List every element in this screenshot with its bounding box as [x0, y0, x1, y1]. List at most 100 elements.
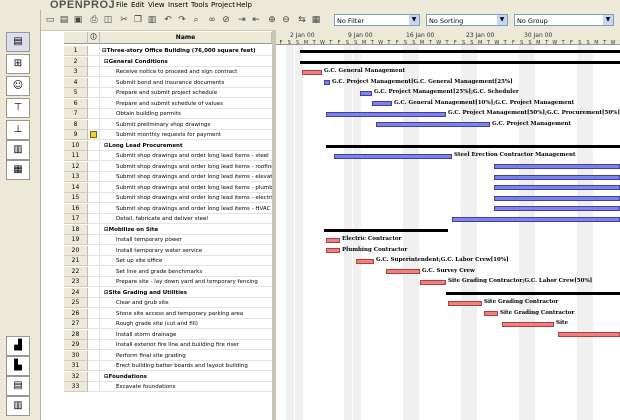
task-name[interactable]: ⊟General Conditions	[100, 57, 272, 67]
outdent-icon[interactable]: ⇤	[250, 14, 262, 26]
sort-select[interactable]: No Sorting ▼	[426, 14, 508, 26]
row-number[interactable]: 3	[64, 67, 88, 77]
task-bar[interactable]	[494, 206, 620, 211]
task-name[interactable]: Install storm drainage	[100, 330, 272, 340]
task-name[interactable]: Rough grade site (cut and fill)	[100, 319, 272, 329]
task-bar[interactable]	[302, 69, 322, 75]
task-name[interactable]: ⊟Site Grading and Utilities	[100, 288, 272, 298]
row-number[interactable]: 4	[64, 77, 88, 88]
table-row[interactable]: 1 ⊟Three-story Office Building (76,000 sq…	[64, 46, 272, 56]
table-row[interactable]: 26 Stone site access and temporary parkin…	[64, 308, 272, 319]
group-select[interactable]: No Group ▼	[514, 14, 614, 26]
task-name[interactable]: Submit shop drawings and order long lead…	[100, 151, 272, 161]
table-row[interactable]: 21 Set up site office	[64, 256, 272, 266]
scroll-to-task-icon[interactable]: ⇆	[296, 14, 308, 26]
row-number[interactable]: 17	[64, 214, 88, 224]
task-name[interactable]: ⊟Mobilize on Site	[100, 225, 272, 235]
task-name[interactable]: Perform final site grading	[100, 351, 272, 361]
task-bar[interactable]	[494, 174, 620, 180]
table-row[interactable]: 10 ⊟Long Lead Procurement	[64, 140, 272, 151]
row-number[interactable]: 32	[64, 371, 88, 382]
filter-select[interactable]: No Filter ▼	[334, 14, 420, 26]
name-column-header[interactable]: Name	[100, 32, 272, 44]
task-bar[interactable]	[386, 269, 420, 274]
task-name[interactable]: Receive notice to proceed and sign contr…	[100, 67, 272, 77]
row-number[interactable]: 30	[64, 350, 88, 361]
summary-bar[interactable]	[326, 144, 620, 148]
row-number[interactable]: 19	[64, 235, 88, 245]
row-number[interactable]: 31	[64, 361, 88, 371]
row-number[interactable]: 24	[64, 287, 88, 298]
table-row[interactable]: 8 Submit preliminary shop drawings	[64, 119, 272, 130]
task-usage-detail-button[interactable]: ▤	[6, 376, 30, 396]
table-row[interactable]: 6 Prepare and submit schedule of values	[64, 98, 272, 109]
row-number[interactable]: 1	[64, 46, 88, 56]
task-bar[interactable]	[452, 216, 620, 222]
row-number[interactable]: 2	[64, 56, 88, 67]
table-row[interactable]: 22 Set line and grade benchmarks	[64, 266, 272, 277]
table-row[interactable]: 5 Prepare and submit project schedule	[64, 88, 272, 98]
zoom-in-icon[interactable]: ⊕	[266, 14, 278, 26]
task-name[interactable]: Detail, fabricate and deliver steel	[100, 214, 272, 224]
task-name[interactable]: Stone site access and temporary parking …	[100, 309, 272, 319]
task-name[interactable]: ⊟Foundations	[100, 372, 272, 382]
task-name[interactable]: Submit shop drawings and order long lead…	[100, 204, 272, 214]
task-bar[interactable]	[494, 164, 620, 169]
row-number[interactable]: 15	[64, 193, 88, 203]
task-bar[interactable]	[324, 80, 330, 85]
row-number[interactable]: 13	[64, 172, 88, 182]
row-number[interactable]: 5	[64, 88, 88, 98]
row-number[interactable]: 27	[64, 319, 88, 329]
table-row[interactable]: 23 Prepare site - lay down yard and tempo…	[64, 277, 272, 287]
task-name[interactable]: Submit monthly requests for payment	[100, 130, 272, 140]
table-row[interactable]: 9 Submit monthly requests for payment	[64, 130, 272, 140]
task-name[interactable]: Submit shop drawings and order long lead…	[100, 193, 272, 203]
cut-icon[interactable]: ✂	[118, 14, 130, 26]
table-row[interactable]: 7 Obtain building permits	[64, 109, 272, 119]
open-icon[interactable]: ▤	[58, 14, 70, 26]
task-bar[interactable]	[502, 321, 554, 327]
task-bar[interactable]	[376, 122, 490, 127]
rbs-view-button[interactable]: ⊥	[6, 120, 30, 140]
row-number[interactable]: 16	[64, 203, 88, 214]
task-name[interactable]: Obtain building permits	[100, 109, 272, 119]
task-name[interactable]: Excavate foundations	[100, 382, 272, 392]
row-number[interactable]: 9	[64, 130, 88, 140]
task-name[interactable]: Prepare and submit schedule of values	[100, 99, 272, 109]
task-name[interactable]: Prepare site - lay down yard and tempora…	[100, 277, 272, 287]
task-bar[interactable]	[448, 300, 482, 306]
table-row[interactable]: 28 Install storm drainage	[64, 329, 272, 340]
task-bar[interactable]	[420, 279, 446, 285]
table-row[interactable]: 3 Receive notice to proceed and sign cont…	[64, 67, 272, 77]
table-row[interactable]: 12 Submit shop drawings and order long le…	[64, 161, 272, 172]
table-row[interactable]: 4 Submit bond and insurance documents	[64, 77, 272, 88]
zoom-out-icon[interactable]: ⊖	[280, 14, 292, 26]
calendar-icon[interactable]: ▦	[310, 14, 322, 26]
row-number[interactable]: 21	[64, 256, 88, 266]
row-number[interactable]: 23	[64, 277, 88, 287]
table-row[interactable]: 15 Submit shop drawings and order long le…	[64, 193, 272, 203]
task-bar[interactable]	[372, 101, 392, 106]
row-number[interactable]: 26	[64, 308, 88, 319]
resource-usage-detail-button[interactable]: ▥	[6, 396, 30, 416]
table-row[interactable]: 27 Rough grade site (cut and fill)	[64, 319, 272, 329]
wbs-view-button[interactable]: ⊤	[6, 98, 30, 118]
save-icon[interactable]: ▣	[72, 14, 84, 26]
task-name[interactable]: Install temporary water service	[100, 246, 272, 256]
table-row[interactable]: 29 Install exterior fire line and buildin…	[64, 340, 272, 350]
preview-icon[interactable]: ◫	[102, 14, 114, 26]
new-icon[interactable]: ▭	[44, 14, 56, 26]
link-icon[interactable]: ∞	[206, 14, 218, 26]
menu-edit[interactable]: Edit	[131, 0, 145, 10]
network-view-button[interactable]: ⊞	[6, 54, 30, 74]
summary-bar[interactable]	[324, 228, 448, 232]
row-number[interactable]: 18	[64, 224, 88, 235]
task-name[interactable]: Submit shop drawings and order long lead…	[100, 183, 272, 193]
row-number[interactable]: 10	[64, 140, 88, 151]
gantt-view-button[interactable]: ▤	[6, 32, 30, 52]
table-row[interactable]: 31 Erect building batter boards and layou…	[64, 361, 272, 371]
table-row[interactable]: 30 Perform final site grading	[64, 350, 272, 361]
table-row[interactable]: 17 Detail, fabricate and deliver steel	[64, 214, 272, 224]
task-name[interactable]: Clear and grub site	[100, 298, 272, 308]
menu-help[interactable]: Help	[236, 0, 252, 10]
